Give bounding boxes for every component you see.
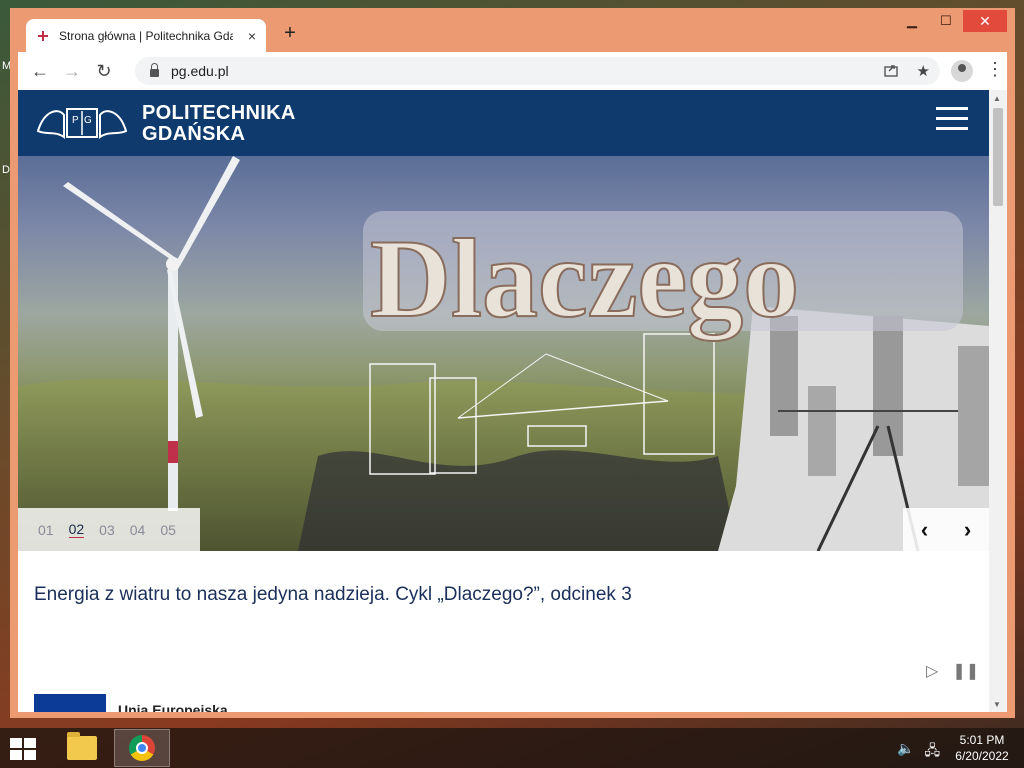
- hero-image: Dlaczego: [18, 156, 989, 551]
- hero-slider[interactable]: Dlaczego 01 02 03 04 05 ‹ ›: [18, 156, 989, 551]
- scroll-down-icon[interactable]: ▼: [993, 700, 1001, 709]
- back-icon[interactable]: ←: [28, 61, 52, 82]
- maximize-button[interactable]: ☐: [929, 10, 963, 32]
- share-icon[interactable]: [883, 62, 899, 78]
- chrome-window: ▁ ☐ ✕ Strona główna | Politechnika Gdańs…: [10, 8, 1015, 718]
- slide-caption-link[interactable]: Energia z wiatru to nasza jedyna nadziej…: [34, 584, 632, 606]
- site-header: P G POLITECHNIKA GDAŃSKA: [18, 90, 989, 156]
- browser-tab[interactable]: Strona główna | Politechnika Gdańska ×: [26, 19, 266, 52]
- scrollbar-thumb[interactable]: [993, 108, 1003, 206]
- next-slide-icon[interactable]: ›: [964, 517, 971, 543]
- windows-start-icon[interactable]: [10, 738, 38, 760]
- site-logo-text[interactable]: POLITECHNIKA GDAŃSKA: [142, 103, 296, 145]
- logo-line-2: GDAŃSKA: [142, 123, 246, 145]
- logo-line-1: POLITECHNIKA: [142, 102, 296, 124]
- network-icon[interactable]: 🖧: [924, 740, 940, 764]
- taskbar-file-explorer[interactable]: [54, 729, 110, 767]
- slide-pagination: 01 02 03 04 05: [18, 508, 200, 551]
- slide-number-05[interactable]: 05: [160, 522, 176, 538]
- pause-icon[interactable]: ❚❚: [952, 661, 979, 681]
- clock-date: 6/20/2022: [955, 749, 1009, 763]
- play-icon[interactable]: ▷: [926, 661, 938, 681]
- address-bar[interactable]: pg.edu.pl ★: [135, 57, 940, 85]
- clock-time: 5:01 PM: [959, 733, 1005, 747]
- forward-icon[interactable]: →: [60, 61, 84, 82]
- slide-number-01[interactable]: 01: [38, 522, 54, 538]
- minimize-button[interactable]: ▁: [895, 10, 929, 32]
- svg-text:G: G: [84, 115, 92, 126]
- taskbar-clock[interactable]: 5:01 PM 6/20/2022: [947, 732, 1017, 764]
- desktop-icon-label-d: D: [2, 164, 10, 176]
- browser-toolbar: ← → ↻ pg.edu.pl ★ ⋮: [18, 52, 1007, 90]
- slide-number-03[interactable]: 03: [99, 522, 115, 538]
- page-viewport: P G POLITECHNIKA GDAŃSKA Dlaczego 01 02 …: [18, 90, 989, 712]
- profile-avatar-icon[interactable]: [951, 60, 973, 82]
- chrome-icon: [129, 735, 155, 761]
- pg-emblem-icon[interactable]: P G: [34, 101, 130, 145]
- window-controls: ▁ ☐ ✕: [895, 10, 1007, 32]
- slider-arrows: ‹ ›: [903, 508, 989, 551]
- folder-icon: [67, 732, 97, 760]
- chrome-menu-icon[interactable]: ⋮: [986, 59, 1004, 80]
- close-window-button[interactable]: ✕: [963, 10, 1007, 32]
- menu-hamburger-icon[interactable]: [936, 107, 968, 131]
- windows-taskbar: 🔈 🖧 5:01 PM 6/20/2022: [0, 728, 1024, 768]
- slider-playback-controls: ▷ ❚❚: [926, 661, 979, 681]
- tab-close-icon[interactable]: ×: [248, 28, 256, 44]
- url-text[interactable]: pg.edu.pl: [171, 63, 229, 79]
- previous-slide-icon[interactable]: ‹: [921, 517, 928, 543]
- hero-title-text: Dlaczego: [370, 217, 799, 341]
- eu-flag-icon: [34, 694, 106, 712]
- slide-number-02[interactable]: 02: [68, 521, 85, 538]
- scroll-up-icon[interactable]: ▲: [993, 94, 1001, 103]
- new-tab-button[interactable]: +: [278, 22, 302, 45]
- system-tray: 🔈 🖧: [897, 740, 940, 764]
- volume-muted-icon[interactable]: 🔈: [897, 740, 914, 764]
- favicon-icon: [36, 29, 50, 43]
- eu-label: Unia Europejska: [118, 702, 228, 712]
- tab-title: Strona główna | Politechnika Gdańska: [59, 28, 233, 43]
- reload-icon[interactable]: ↻: [92, 61, 116, 82]
- taskbar-chrome[interactable]: [114, 729, 170, 767]
- lock-icon[interactable]: [150, 63, 159, 77]
- page-scrollbar[interactable]: ▲ ▼: [989, 90, 1007, 712]
- bookmark-star-icon[interactable]: ★: [917, 62, 930, 80]
- slide-number-04[interactable]: 04: [130, 522, 146, 538]
- omnibox-actions: ★: [883, 62, 930, 80]
- svg-text:P: P: [72, 115, 79, 126]
